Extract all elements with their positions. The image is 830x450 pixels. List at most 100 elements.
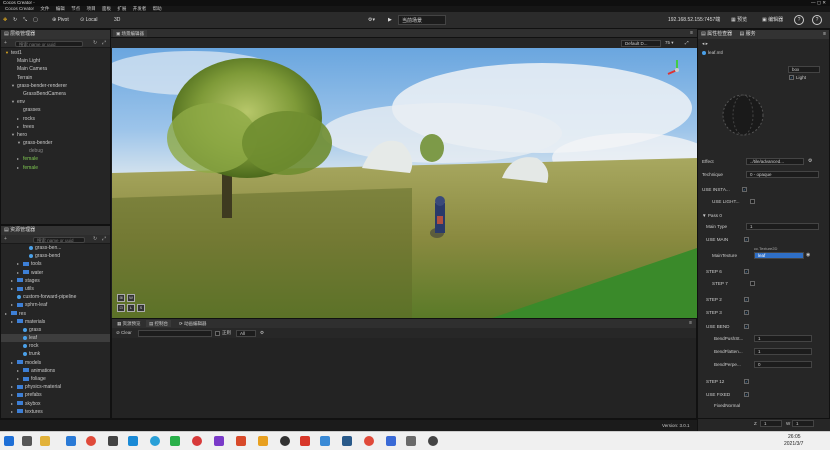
hierarchy-node[interactable]: Main Camera: [1, 65, 110, 73]
use-lightmap-checkbox[interactable]: [750, 199, 755, 204]
add-node-icon[interactable]: +: [4, 40, 7, 46]
clear-button[interactable]: ⊘ Clear: [116, 330, 132, 336]
asset-item[interactable]: ▸ animations: [1, 367, 110, 375]
hierarchy-node[interactable]: ▼ grass-bender-renderer: [1, 82, 110, 90]
asset-item[interactable]: ▸ foliage: [1, 375, 110, 383]
refresh-icon[interactable]: ↻: [93, 40, 97, 46]
step2-checkbox[interactable]: ✓: [744, 297, 749, 302]
collapse-icon[interactable]: ⤢: [102, 236, 106, 242]
search-app-icon[interactable]: [128, 436, 138, 446]
app-icon[interactable]: [320, 436, 330, 446]
step12-checkbox[interactable]: ✓: [744, 379, 749, 384]
app-icon[interactable]: [428, 436, 438, 446]
app-icon[interactable]: [386, 436, 396, 446]
tab-animation[interactable]: ⟳ 动画编辑器: [176, 320, 210, 327]
local-button[interactable]: ⊙ Local: [80, 15, 98, 25]
use-instancing-checkbox[interactable]: ✓: [742, 187, 747, 192]
asset-item[interactable]: ▸ physics-material: [1, 383, 110, 391]
use-main-checkbox[interactable]: ✓: [744, 237, 749, 242]
help-icon[interactable]: ?: [812, 15, 822, 25]
tab-asset-preview[interactable]: ▦ 资源预览: [114, 320, 144, 327]
add-asset-icon[interactable]: +: [4, 236, 7, 242]
console-filter-input[interactable]: [138, 329, 212, 337]
browser-icon[interactable]: [150, 436, 160, 446]
gizmo-icon[interactable]: W: [127, 294, 135, 302]
asset-item[interactable]: leaf: [1, 334, 110, 343]
use-bend-checkbox[interactable]: ✓: [744, 324, 749, 329]
asset-item[interactable]: ▸ res: [1, 310, 110, 318]
hierarchy-node[interactable]: ▼ grass-bender: [1, 139, 110, 147]
fixed-w-input[interactable]: 1: [792, 420, 814, 427]
panel-menu-icon[interactable]: ≡: [823, 30, 826, 39]
panel-menu-icon[interactable]: ≡: [690, 30, 693, 36]
tab-scene[interactable]: ▣ 场景编辑器: [113, 30, 148, 37]
regex-checkbox[interactable]: [215, 330, 220, 336]
hierarchy-node[interactable]: ▼ hero: [1, 131, 110, 139]
step7-checkbox[interactable]: [750, 281, 755, 286]
gizmo-icon[interactable]: L: [127, 304, 135, 312]
view-gizmo-buttons[interactable]: ⊞ W ⊡ L S: [117, 294, 147, 314]
asset-item[interactable]: ▸ stages: [1, 277, 110, 285]
rect-tool-icon[interactable]: ▢: [33, 15, 38, 25]
asset-item[interactable]: grass-ben...: [1, 244, 110, 252]
main-type-select[interactable]: 1: [746, 223, 819, 230]
asset-item[interactable]: ▸ skybox: [1, 400, 110, 408]
hierarchy-node[interactable]: ▸ rocks: [1, 115, 110, 123]
unreal-icon[interactable]: [108, 436, 118, 446]
asset-item[interactable]: ▸ utils: [1, 285, 110, 293]
tab-console[interactable]: ▤ 控制台: [146, 320, 172, 327]
log-level-select[interactable]: All: [236, 329, 256, 337]
help-icon[interactable]: ?: [794, 15, 804, 25]
gizmo-icon[interactable]: ⊞: [117, 294, 125, 302]
hierarchy-node[interactable]: Terrain: [1, 74, 110, 82]
camera-select[interactable]: Default D...: [621, 39, 661, 47]
step6-checkbox[interactable]: ✓: [744, 269, 749, 274]
asset-item[interactable]: grass: [1, 326, 110, 334]
hierarchy-node[interactable]: grasses: [1, 106, 110, 114]
gizmo-icon[interactable]: S: [137, 304, 145, 312]
preview-button[interactable]: ▦ 预览: [731, 15, 747, 25]
play-icon[interactable]: ▶: [388, 15, 392, 25]
asset-item[interactable]: custom-forward-pipeline: [1, 293, 110, 301]
use-fixed-checkbox[interactable]: ✓: [744, 392, 749, 397]
asset-item[interactable]: rock: [1, 342, 110, 350]
hierarchy-node[interactable]: GrassBendCamera: [1, 90, 110, 98]
hierarchy-node[interactable]: ▼ env: [1, 98, 110, 106]
move-tool-icon[interactable]: ✥: [3, 15, 7, 25]
asset-item[interactable]: ▸ models: [1, 359, 110, 367]
collapse-icon[interactable]: ⤢: [102, 40, 106, 46]
hierarchy-search-input[interactable]: 搜索 name or uuid: [15, 40, 83, 47]
hierarchy-node[interactable]: debug: [1, 147, 110, 155]
chrome-icon[interactable]: [364, 436, 374, 446]
main-texture-field[interactable]: leaf: [754, 252, 804, 259]
asset-item[interactable]: ▸ prefabs: [1, 391, 110, 399]
cocos-creator-icon[interactable]: [406, 436, 416, 446]
bend-push-input[interactable]: 1: [754, 335, 812, 342]
view-3d-button[interactable]: 3D: [114, 15, 120, 25]
effect-settings-icon[interactable]: ⚙: [808, 158, 812, 164]
step3-checkbox[interactable]: ✓: [744, 310, 749, 315]
hierarchy-node[interactable]: ▼ test1: [1, 49, 110, 57]
visual-studio-icon[interactable]: [214, 436, 224, 446]
hierarchy-node[interactable]: ▸ trees: [1, 123, 110, 131]
fixed-z-input[interactable]: 1: [760, 420, 782, 427]
file-explorer-icon[interactable]: [40, 436, 50, 446]
app-icon[interactable]: [258, 436, 268, 446]
preview-mode-select[interactable]: box: [788, 66, 820, 73]
zoom-select[interactable]: 75 ▾: [665, 40, 674, 46]
fullscreen-icon[interactable]: ⤢: [685, 40, 689, 45]
inspector-nav-icons[interactable]: ◂ ▸: [702, 39, 708, 48]
scene-viewport[interactable]: ⊞ W ⊡ L S: [112, 48, 697, 318]
hierarchy-node[interactable]: Main Light: [1, 57, 110, 65]
settings-gear-icon[interactable]: ⚙▾: [368, 15, 375, 25]
app-icon[interactable]: [342, 436, 352, 446]
play-mode-select[interactable]: 当前场景: [398, 15, 446, 25]
wechat-icon[interactable]: [170, 436, 180, 446]
asset-item[interactable]: ▸ water: [1, 269, 110, 277]
rotate-tool-icon[interactable]: ↻: [13, 15, 17, 25]
hierarchy-node[interactable]: ▸ female: [1, 164, 110, 172]
effect-select[interactable]: ../tile/advanced...: [746, 158, 804, 165]
tab-service[interactable]: ▤ 服务: [740, 31, 756, 37]
chrome-icon[interactable]: [86, 436, 96, 446]
hierarchy-node[interactable]: ▸ female: [1, 155, 110, 163]
